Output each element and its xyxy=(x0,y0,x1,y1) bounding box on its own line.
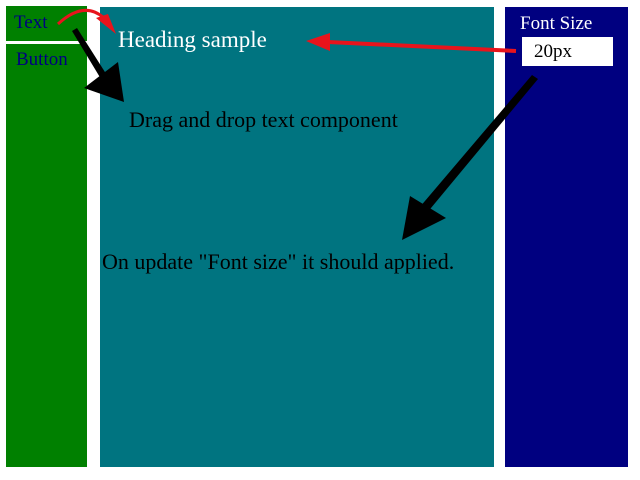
text-component[interactable]: Text xyxy=(6,6,87,39)
update-note: On update "Font size" it should applied. xyxy=(102,249,455,274)
font-size-input[interactable] xyxy=(522,37,613,66)
design-canvas[interactable]: Heading sample Drag and drop text compon… xyxy=(100,7,494,467)
button-component[interactable]: Button xyxy=(6,44,87,77)
properties-panel: Font Size xyxy=(505,7,628,467)
font-size-label: Font Size xyxy=(520,13,593,34)
heading-sample-text[interactable]: Heading sample xyxy=(118,27,267,53)
components-sidebar: Text Button xyxy=(6,6,87,467)
drag-drop-instruction: Drag and drop text component xyxy=(129,107,398,132)
